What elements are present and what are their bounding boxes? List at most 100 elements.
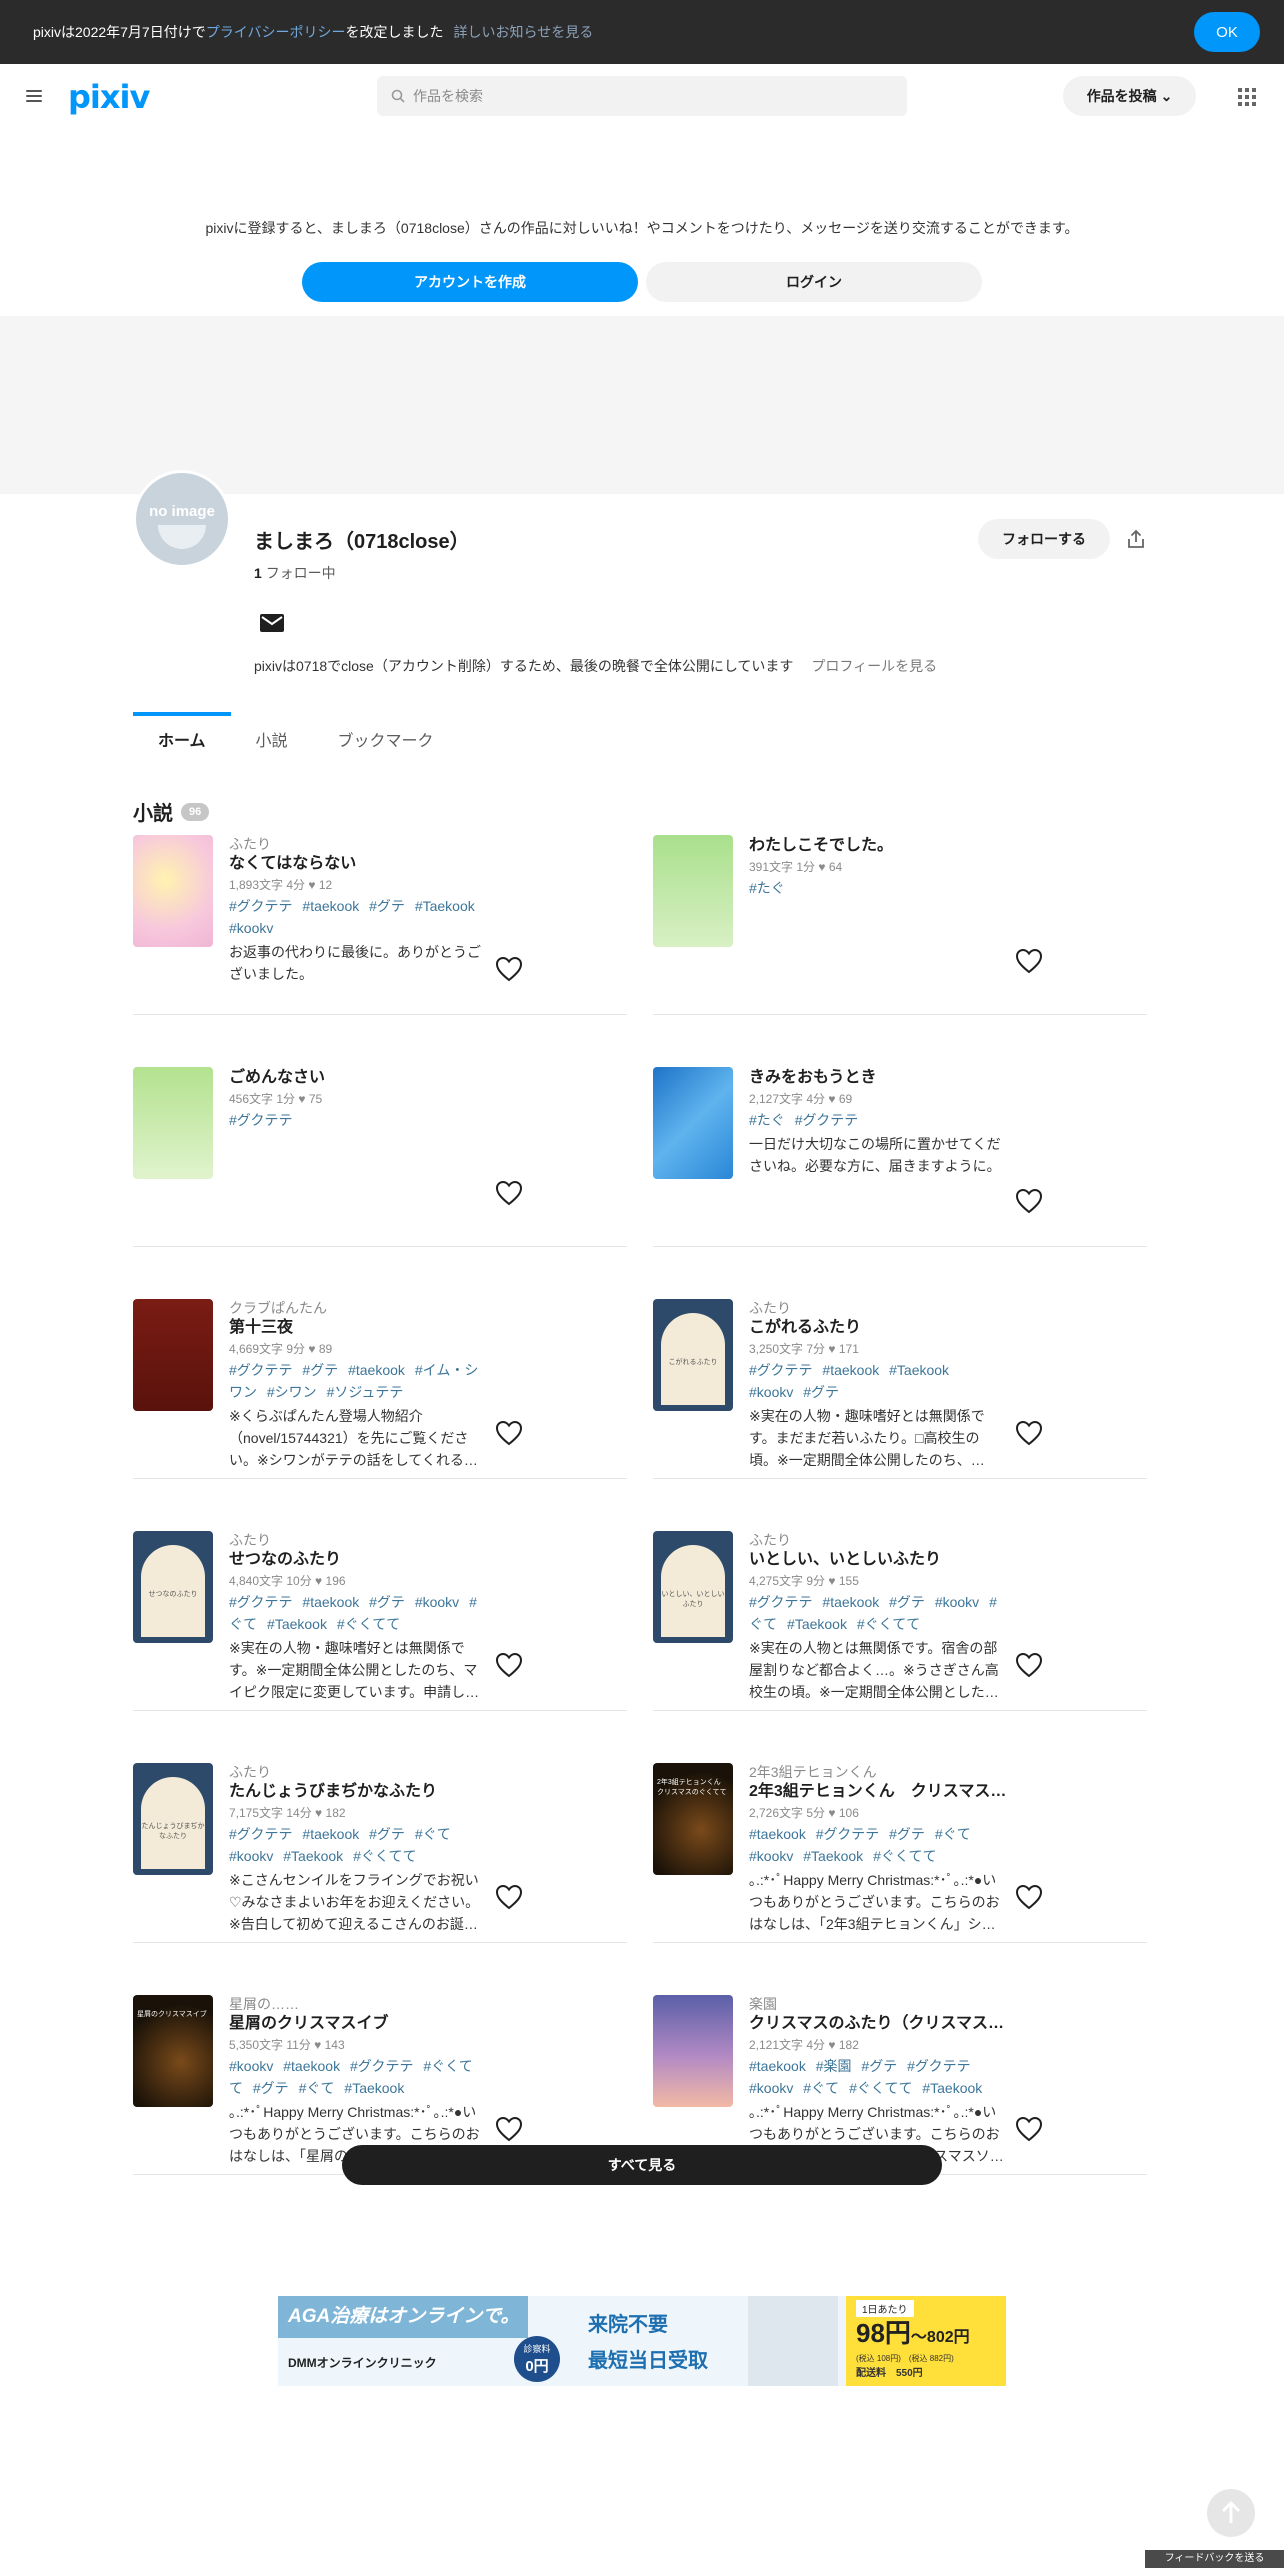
like-button[interactable]	[493, 1649, 525, 1681]
novel-series[interactable]: 楽園	[749, 1995, 1007, 2013]
tag-link[interactable]: #ぐくてて	[857, 1616, 920, 1632]
tag-link[interactable]: #ぐくてて	[849, 2080, 912, 2096]
like-button[interactable]	[493, 953, 525, 985]
share-icon[interactable]	[1125, 528, 1147, 550]
feedback-button[interactable]: フィードバックを送る	[1145, 2550, 1284, 2568]
novel-title[interactable]: 星屑のクリスマスイブ	[229, 2013, 487, 2035]
tag-link[interactable]: #taekook	[749, 2058, 806, 2074]
follow-button[interactable]: フォローする	[978, 519, 1110, 559]
tag-link[interactable]: #taekook	[822, 1362, 879, 1378]
novel-series[interactable]: ふたり	[229, 835, 487, 853]
tag-link[interactable]: #ぐて	[935, 1826, 971, 1842]
novel-series[interactable]: クラブぱんたん	[229, 1299, 487, 1317]
novel-series[interactable]: ふたり	[749, 1299, 1007, 1317]
privacy-policy-link[interactable]: プライバシーポリシー	[206, 22, 346, 42]
novel-cover-image[interactable]	[133, 835, 213, 947]
tag-link[interactable]: #グテ	[369, 898, 405, 914]
tab-bookmarks[interactable]: ブックマーク	[313, 712, 459, 762]
novel-title[interactable]: ごめんなさい	[229, 1067, 487, 1089]
pixiv-logo[interactable]: pixiv	[68, 78, 150, 116]
tag-link[interactable]: #taekook	[283, 2058, 340, 2074]
tag-link[interactable]: #Taekook	[889, 1362, 949, 1378]
scroll-to-top-button[interactable]	[1207, 2489, 1255, 2537]
tag-link[interactable]: #グクテテ	[749, 1594, 813, 1610]
tag-link[interactable]: #taekook	[348, 1362, 405, 1378]
like-button[interactable]	[493, 2113, 525, 2145]
novel-title[interactable]: こがれるふたり	[749, 1317, 1007, 1339]
like-button[interactable]	[1013, 1649, 1045, 1681]
novel-cover-image[interactable]: たんじょうびまぢかなふたり	[133, 1763, 213, 1875]
novel-series[interactable]: ふたり	[749, 1531, 1007, 1549]
tag-link[interactable]: #たぐ	[749, 880, 785, 896]
like-button[interactable]	[1013, 1417, 1045, 1449]
tag-link[interactable]: #グテ	[302, 1362, 338, 1378]
tag-link[interactable]: #グクテテ	[229, 1362, 293, 1378]
tag-link[interactable]: #Taekook	[283, 1848, 343, 1864]
novel-cover-image[interactable]: いとしい、いとしいふたり	[653, 1531, 733, 1643]
tag-link[interactable]: #ぐて	[803, 2080, 839, 2096]
tag-link[interactable]: #楽園	[816, 2058, 852, 2074]
novel-card[interactable]: こがれるふたり ふたり こがれるふたり 3,250文字 7分 ♥ 171 #グクテテ #…	[653, 1299, 1147, 1479]
like-button[interactable]	[493, 1881, 525, 1913]
tag-link[interactable]: #ぐて	[415, 1826, 451, 1842]
like-button[interactable]	[1013, 945, 1045, 977]
tag-link[interactable]: #グテ	[369, 1826, 405, 1842]
tag-link[interactable]: #Taekook	[415, 898, 475, 914]
tag-link[interactable]: #kookv	[229, 2058, 273, 2074]
tag-link[interactable]: #ぐくてて	[337, 1616, 400, 1632]
novel-title[interactable]: 2年3組テヒョンくん クリスマス…	[749, 1781, 1007, 1803]
like-button[interactable]	[493, 1177, 525, 1209]
tab-novels[interactable]: 小説	[231, 712, 313, 762]
notice-ok-button[interactable]: OK	[1194, 12, 1260, 52]
novel-title[interactable]: せつなのふたり	[229, 1549, 487, 1571]
menu-icon[interactable]	[26, 90, 42, 102]
view-profile-link[interactable]: プロフィールを見る	[811, 658, 937, 674]
tag-link[interactable]: #kookv	[935, 1594, 979, 1610]
tag-link[interactable]: #グテ	[861, 2058, 897, 2074]
search-input[interactable]	[413, 88, 893, 104]
novel-cover-image[interactable]	[133, 1067, 213, 1179]
novel-series[interactable]: ふたり	[229, 1531, 487, 1549]
create-account-button[interactable]: アカウントを作成	[302, 262, 638, 302]
novel-title[interactable]: 第十三夜	[229, 1317, 487, 1339]
novel-title[interactable]: いとしい、いとしいふたり	[749, 1549, 1007, 1571]
novel-title[interactable]: クリスマスのふたり（クリスマス…	[749, 2013, 1007, 2035]
novel-series[interactable]: ふたり	[229, 1763, 487, 1781]
novel-card[interactable]: きみをおもうとき 2,127文字 4分 ♥ 69 #たぐ #グクテテ 一日だけ大切な…	[653, 1067, 1147, 1247]
tag-link[interactable]: #Taekook	[344, 2080, 404, 2096]
tag-link[interactable]: #kookv	[749, 2080, 793, 2096]
tag-link[interactable]: #グクテテ	[749, 1362, 813, 1378]
novel-cover-image[interactable]: 2年3組テヒョンくん クリスマスのぐくてて	[653, 1763, 733, 1875]
tag-link[interactable]: #シワン	[267, 1384, 317, 1400]
tag-link[interactable]: #kookv	[415, 1594, 459, 1610]
tag-link[interactable]: #グクテテ	[350, 2058, 414, 2074]
tag-link[interactable]: #グクテテ	[795, 1112, 859, 1128]
tag-link[interactable]: #グクテテ	[816, 1826, 880, 1842]
tag-link[interactable]: #taekook	[302, 1826, 359, 1842]
tag-link[interactable]: #グクテテ	[229, 1826, 293, 1842]
tag-link[interactable]: #kookv	[229, 1848, 273, 1864]
novel-series[interactable]: 星屑の……	[229, 1995, 487, 2013]
tag-link[interactable]: #ぐて	[299, 2080, 335, 2096]
tag-link[interactable]: #グテ	[803, 1384, 839, 1400]
tag-link[interactable]: #グクテテ	[229, 1594, 293, 1610]
tag-link[interactable]: #taekook	[749, 1826, 806, 1842]
like-button[interactable]	[1013, 1881, 1045, 1913]
novel-card[interactable]: ふたり なくてはならない 1,893文字 4分 ♥ 12 #グクテテ #taekook…	[133, 835, 627, 1015]
tag-link[interactable]: #グテ	[889, 1826, 925, 1842]
advertisement-banner[interactable]: AGA治療はオンラインで。 DMMオンラインクリニック 診察料 0円 来院不要 最…	[278, 2296, 1006, 2386]
tag-link[interactable]: #Taekook	[787, 1616, 847, 1632]
novel-title[interactable]: なくてはならない	[229, 853, 487, 875]
post-work-button[interactable]: 作品を投稿 ⌄	[1063, 76, 1196, 116]
novel-cover-image[interactable]	[133, 1299, 213, 1411]
see-all-button[interactable]: すべて見る	[342, 2145, 942, 2185]
login-button[interactable]: ログイン	[646, 262, 982, 302]
tag-link[interactable]: #たぐ	[749, 1112, 785, 1128]
tag-link[interactable]: #Taekook	[267, 1616, 327, 1632]
tag-link[interactable]: #Taekook	[803, 1848, 863, 1864]
novel-card[interactable]: クラブぱんたん 第十三夜 4,669文字 9分 ♥ 89 #グクテテ #グテ #tae…	[133, 1299, 627, 1479]
novel-title[interactable]: わたしこそでした。	[749, 835, 1007, 857]
tag-link[interactable]: #taekook	[302, 1594, 359, 1610]
avatar[interactable]: no image	[133, 470, 231, 568]
tag-link[interactable]: #ぐくてて	[873, 1848, 936, 1864]
